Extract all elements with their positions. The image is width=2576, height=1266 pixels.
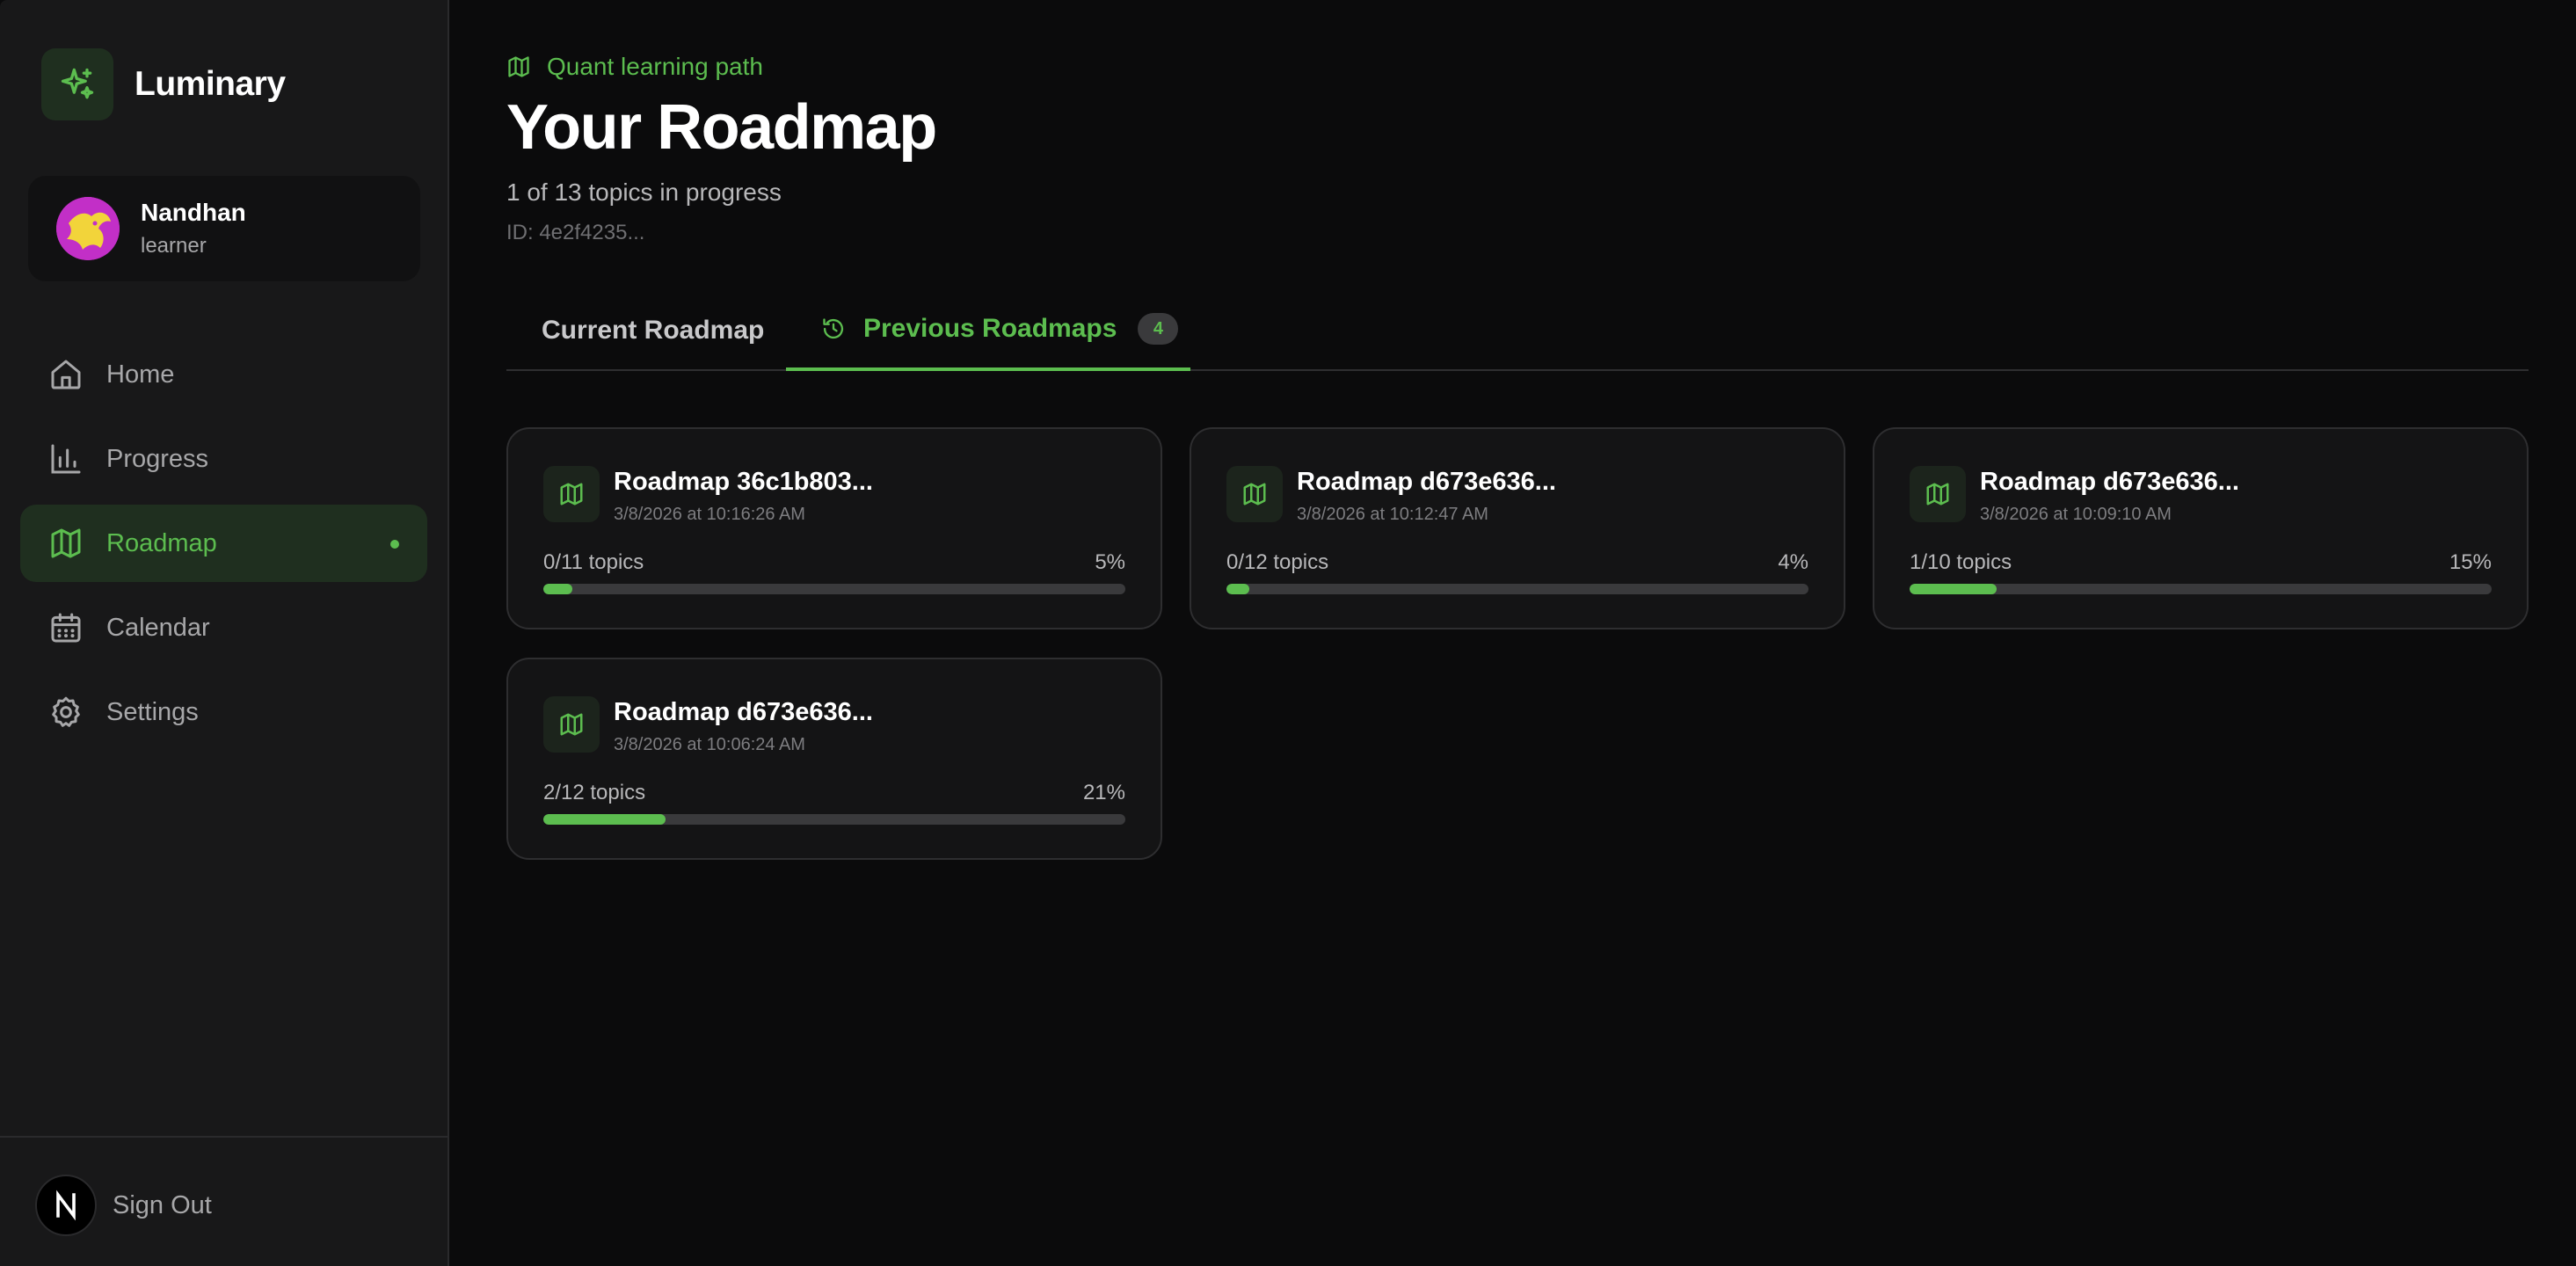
topics-count: 0/12 topics: [1226, 550, 1329, 574]
roadmap-id: ID: 4e2f4235...: [506, 221, 645, 244]
tab-label: Previous Roadmaps: [863, 314, 1117, 343]
progress-percent: 4%: [1778, 550, 1808, 574]
count-badge: 4: [1138, 313, 1179, 345]
progress-bar: [1910, 584, 2492, 594]
topics-count: 1/10 topics: [1910, 550, 2012, 574]
progress-percent: 21%: [1082, 781, 1125, 804]
progress-bar: [543, 584, 1125, 594]
user-role: learner: [141, 234, 207, 258]
bar-chart-icon: [51, 444, 81, 474]
avatar: [56, 197, 120, 260]
map-icon: [508, 56, 529, 77]
sidebar-item-label: Settings: [106, 697, 199, 726]
history-icon: [823, 318, 844, 339]
topics-count: 0/11 topics: [543, 550, 644, 574]
tab-label: Current Roadmap: [542, 316, 765, 345]
sparkle-logo-icon: [41, 48, 113, 120]
roadmap-date: 3/8/2026 at 10:06:24 AM: [614, 735, 805, 754]
progress-bar: [1226, 584, 1808, 594]
sidebar: Luminary Nandhan learner Home Progress R…: [0, 0, 449, 1266]
roadmap-title: Roadmap d673e636...: [1980, 468, 2239, 496]
map-icon: [1226, 466, 1283, 522]
progress-fill: [1226, 584, 1250, 594]
brand-name: Luminary: [135, 65, 286, 103]
tab-previous-roadmaps[interactable]: Previous Roadmaps 4: [786, 290, 1190, 371]
tab-bar: Current Roadmap Previous Roadmaps 4: [506, 290, 2529, 371]
home-icon: [51, 360, 81, 389]
sidebar-item-label: Roadmap: [106, 528, 217, 557]
user-name: Nandhan: [141, 199, 246, 226]
sidebar-footer: Sign Out: [0, 1136, 448, 1266]
sidebar-item-calendar[interactable]: Calendar: [20, 589, 427, 666]
progress-percent: 15%: [2449, 550, 2492, 574]
progress-percent: 5%: [1095, 550, 1125, 574]
eyebrow: Quant learning path: [506, 53, 763, 81]
sidebar-nav: Home Progress Roadmap Calendar Settings: [20, 336, 427, 758]
progress-summary: 1 of 13 topics in progress: [506, 178, 782, 206]
topics-count: 2/12 topics: [543, 781, 646, 804]
sidebar-item-label: Progress: [106, 444, 209, 473]
roadmap-card[interactable]: Roadmap d673e636... 3/8/2026 at 10:06:24…: [506, 658, 1162, 860]
sidebar-item-home[interactable]: Home: [20, 336, 427, 413]
roadmap-title: Roadmap 36c1b803...: [614, 468, 873, 496]
roadmap-card[interactable]: Roadmap d673e636... 3/8/2026 at 10:09:10…: [1873, 427, 2529, 629]
progress-fill: [543, 814, 666, 825]
app-window: Luminary Nandhan learner Home Progress R…: [0, 0, 2576, 1266]
user-card[interactable]: Nandhan learner: [28, 176, 420, 281]
roadmap-title: Roadmap d673e636...: [1297, 468, 1556, 496]
progress-bar: [543, 814, 1125, 825]
active-indicator-dot: [390, 540, 399, 549]
eyebrow-label: Quant learning path: [547, 53, 763, 80]
gear-icon: [52, 696, 80, 727]
roadmap-date: 3/8/2026 at 10:16:26 AM: [614, 505, 805, 524]
sign-out-label: Sign Out: [113, 1190, 212, 1219]
sidebar-item-label: Home: [106, 360, 175, 389]
roadmap-card[interactable]: Roadmap 36c1b803... 3/8/2026 at 10:16:26…: [506, 427, 1162, 629]
page-title: Your Roadmap: [506, 92, 937, 163]
roadmap-date: 3/8/2026 at 10:12:47 AM: [1297, 505, 1488, 524]
calendar-icon: [51, 613, 81, 643]
main-content: Quant learning path Your Roadmap 1 of 13…: [506, 0, 2529, 1266]
tab-current-roadmap[interactable]: Current Roadmap: [542, 290, 764, 371]
progress-fill: [543, 584, 573, 594]
roadmap-title: Roadmap d673e636...: [614, 698, 873, 726]
map-icon: [1910, 466, 1966, 522]
progress-fill: [1910, 584, 1997, 594]
map-icon: [51, 528, 81, 558]
roadmap-date: 3/8/2026 at 10:09:10 AM: [1980, 505, 2172, 524]
sign-out-button[interactable]: Sign Out: [35, 1175, 212, 1236]
map-icon: [543, 466, 600, 522]
roadmap-card[interactable]: Roadmap d673e636... 3/8/2026 at 10:12:47…: [1190, 427, 1845, 629]
sidebar-item-settings[interactable]: Settings: [20, 673, 427, 751]
n-logo-icon: [35, 1175, 97, 1236]
sidebar-item-progress[interactable]: Progress: [20, 420, 427, 498]
map-icon: [543, 696, 600, 753]
sidebar-item-label: Calendar: [106, 613, 210, 642]
brand[interactable]: Luminary: [41, 48, 286, 120]
sidebar-item-roadmap[interactable]: Roadmap: [20, 505, 427, 582]
